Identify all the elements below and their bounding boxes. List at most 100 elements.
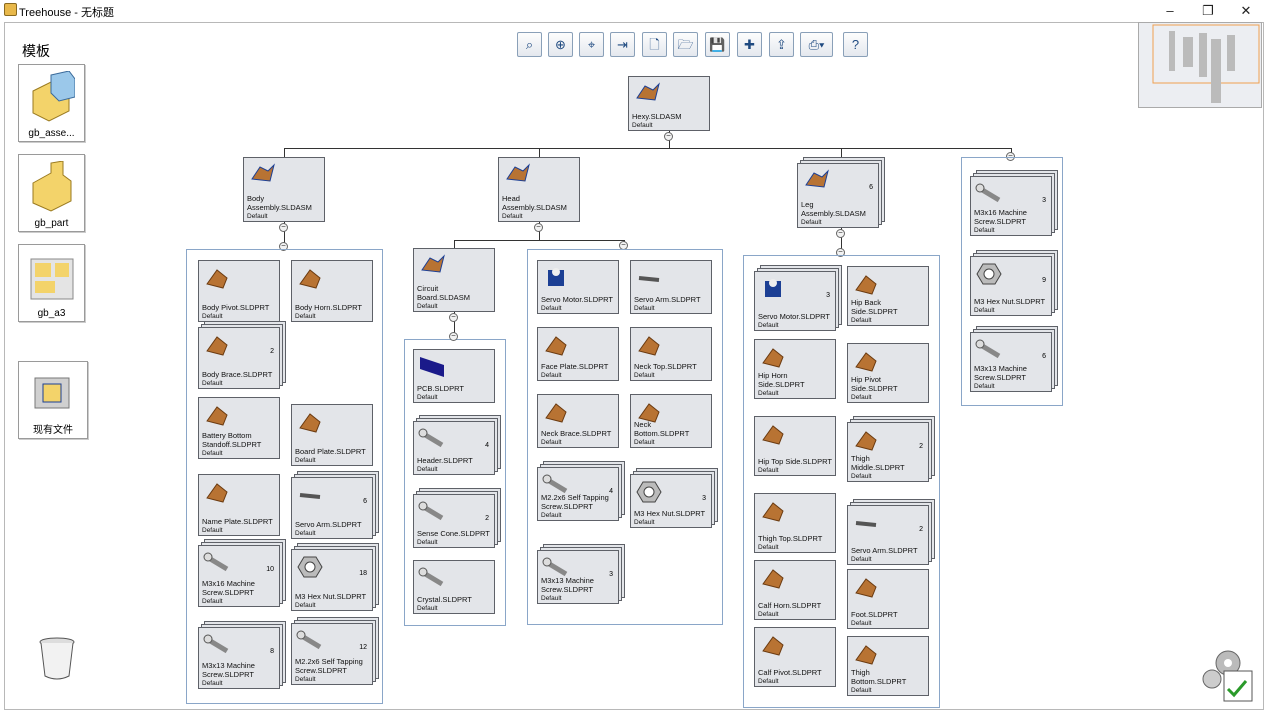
tree-node[interactable]: Hip Horn Side.SLDPRT Default bbox=[754, 339, 836, 399]
node-name: Body Assembly.SLDASM bbox=[247, 194, 312, 212]
tree-node[interactable]: Servo Arm.SLDPRT Default 6 bbox=[291, 477, 373, 539]
print-icon[interactable]: ⎙▾ bbox=[800, 32, 833, 57]
tree-node[interactable]: M3x16 Machine Screw.SLDPRT Default 3 bbox=[970, 176, 1052, 236]
save-icon[interactable]: 💾 bbox=[705, 32, 730, 57]
export-icon[interactable]: ⇪ bbox=[769, 32, 794, 57]
collapse-toggle[interactable]: − bbox=[279, 223, 288, 232]
tree-node[interactable]: Servo Motor.SLDPRT Default bbox=[537, 260, 619, 314]
node-name: Neck Bottom.SLDPRT bbox=[634, 420, 690, 438]
collapse-toggle[interactable]: − bbox=[534, 223, 543, 232]
tree-node[interactable]: Hip Pivot Side.SLDPRT Default bbox=[847, 343, 929, 403]
root-node[interactable]: Hexy.SLDASM Default bbox=[628, 76, 710, 131]
node-config: Default bbox=[541, 439, 562, 446]
tree-node[interactable]: Thigh Middle.SLDPRT Default 2 bbox=[847, 422, 929, 482]
node-quantity: 9 bbox=[1042, 277, 1046, 284]
tree-node[interactable]: Hip Top Side.SLDPRT Default bbox=[754, 416, 836, 476]
tree-node[interactable]: Leg Assembly.SLDASM Default 6 bbox=[797, 163, 879, 228]
zoom-fit-icon[interactable]: ⌕ bbox=[517, 32, 542, 57]
trash-icon[interactable] bbox=[38, 636, 76, 680]
close-button[interactable]: ✕ bbox=[1228, 0, 1264, 22]
tree-node[interactable]: Head Assembly.SLDASM Default bbox=[498, 157, 580, 222]
tree-node[interactable]: Body Horn.SLDPRT Default bbox=[291, 260, 373, 322]
node-config: Default bbox=[801, 219, 822, 226]
zoom-area-icon[interactable]: ⊕ bbox=[548, 32, 573, 57]
tree-node[interactable]: Name Plate.SLDPRT Default bbox=[198, 474, 280, 536]
tree-node[interactable]: M2.2x6 Self Tapping Screw.SLDPRT Default 1… bbox=[291, 623, 373, 685]
node-name: M2.2x6 Self Tapping Screw.SLDPRT bbox=[295, 657, 363, 675]
node-config: Default bbox=[851, 620, 872, 627]
tree-node[interactable]: Face Plate.SLDPRT Default bbox=[537, 327, 619, 381]
node-config: Default bbox=[851, 394, 872, 401]
template-drawing[interactable]: gb_a3 bbox=[18, 244, 85, 322]
template-part[interactable]: gb_part bbox=[18, 154, 85, 232]
node-config: Default bbox=[758, 467, 779, 474]
tree-node[interactable]: M3x13 Machine Screw.SLDPRT Default 3 bbox=[537, 550, 619, 604]
node-config: Default bbox=[634, 439, 655, 446]
node-config: Default bbox=[295, 676, 316, 683]
collapse-toggle[interactable]: − bbox=[449, 332, 458, 341]
tree-node[interactable]: Servo Arm.SLDPRT Default bbox=[630, 260, 712, 314]
tree-node[interactable]: Calf Pivot.SLDPRT Default bbox=[754, 627, 836, 687]
tree-node[interactable]: Crystal.SLDPRT Default bbox=[413, 560, 495, 614]
tree-node[interactable]: M2.2x6 Self Tapping Screw.SLDPRT Default 4 bbox=[537, 467, 619, 521]
node-config: Default bbox=[851, 317, 872, 324]
part-thumbnail-icon bbox=[805, 169, 829, 188]
add-component-icon[interactable]: ✚ bbox=[737, 32, 762, 57]
tree-node[interactable]: Sense Cone.SLDPRT Default 2 bbox=[413, 494, 495, 548]
part-thumbnail-icon bbox=[203, 634, 229, 654]
existing-file[interactable]: 现有文件 bbox=[18, 361, 88, 439]
node-name: Face Plate.SLDPRT bbox=[541, 362, 609, 371]
node-quantity: 4 bbox=[609, 488, 613, 495]
zoom-selection-icon[interactable]: ⌖ bbox=[579, 32, 604, 57]
collapse-toggle[interactable]: − bbox=[449, 313, 458, 322]
new-file-icon[interactable]: 🗋 bbox=[642, 32, 667, 57]
collapse-toggle[interactable]: − bbox=[836, 229, 845, 238]
tree-node[interactable]: Board Plate.SLDPRT Default bbox=[291, 404, 373, 466]
node-name: Servo Arm.SLDPRT bbox=[295, 520, 362, 529]
part-thumbnail-icon bbox=[638, 276, 660, 282]
drawing-icon bbox=[30, 258, 74, 300]
overview-minimap[interactable] bbox=[1138, 22, 1262, 108]
tree-node[interactable]: Servo Motor.SLDPRT Default 3 bbox=[754, 271, 836, 331]
tree-node[interactable]: Body Brace.SLDPRT Default 2 bbox=[198, 327, 280, 389]
tree-node[interactable]: Thigh Top.SLDPRT Default bbox=[754, 493, 836, 553]
tree-node[interactable]: Servo Arm.SLDPRT Default 2 bbox=[847, 505, 929, 565]
tree-node[interactable]: Neck Top.SLDPRT Default bbox=[630, 327, 712, 381]
part-thumbnail-icon bbox=[762, 636, 784, 656]
tree-node[interactable]: Thigh Bottom.SLDPRT Default bbox=[847, 636, 929, 696]
tree-node[interactable]: Hip Back Side.SLDPRT Default bbox=[847, 266, 929, 326]
node-name: Servo Arm.SLDPRT bbox=[851, 546, 918, 555]
tree-node[interactable]: Header.SLDPRT Default 4 bbox=[413, 421, 495, 475]
tree-node[interactable]: M3 Hex Nut.SLDPRT Default 9 bbox=[970, 256, 1052, 316]
tree-node[interactable]: PCB.SLDPRT Default bbox=[413, 349, 495, 403]
help-icon[interactable]: ? bbox=[843, 32, 868, 57]
tree-node[interactable]: Body Pivot.SLDPRT Default bbox=[198, 260, 280, 322]
node-name: Body Horn.SLDPRT bbox=[295, 303, 362, 312]
tree-node[interactable]: M3x13 Machine Screw.SLDPRT Default 6 bbox=[970, 332, 1052, 392]
minimize-button[interactable]: – bbox=[1152, 0, 1188, 22]
tree-node[interactable]: Circuit Board.SLDASM Default bbox=[413, 248, 495, 312]
tree-node[interactable]: Battery Bottom Standoff.SLDPRT Default bbox=[198, 397, 280, 459]
tree-node[interactable]: Neck Bottom.SLDPRT Default bbox=[630, 394, 712, 448]
node-config: Default bbox=[417, 539, 438, 546]
tree-node[interactable]: M3x13 Machine Screw.SLDPRT Default 8 bbox=[198, 627, 280, 689]
node-config: Default bbox=[634, 372, 655, 379]
node-config: Default bbox=[295, 457, 316, 464]
tree-node[interactable]: Body Assembly.SLDASM Default bbox=[243, 157, 325, 222]
tree-node[interactable]: Neck Brace.SLDPRT Default bbox=[537, 394, 619, 448]
maximize-button[interactable]: ❐ bbox=[1190, 0, 1226, 22]
collapse-toggle[interactable]: − bbox=[664, 132, 673, 141]
tree-node[interactable]: Calf Horn.SLDPRT Default bbox=[754, 560, 836, 620]
open-folder-icon[interactable]: 🗁 bbox=[673, 32, 698, 57]
tree-node[interactable]: M3x16 Machine Screw.SLDPRT Default 10 bbox=[198, 545, 280, 607]
node-quantity: 6 bbox=[363, 498, 367, 505]
template-assembly[interactable]: gb_asse... bbox=[18, 64, 85, 142]
tree-node[interactable]: M3 Hex Nut.SLDPRT Default 3 bbox=[630, 474, 712, 528]
tree-node[interactable]: Foot.SLDPRT Default bbox=[847, 569, 929, 629]
insert-icon[interactable]: ⇥ bbox=[610, 32, 635, 57]
tree-node[interactable]: M3 Hex Nut.SLDPRT Default 18 bbox=[291, 549, 373, 611]
settings-gear-icon[interactable] bbox=[1200, 645, 1256, 705]
node-config: Default bbox=[417, 394, 438, 401]
part-thumbnail-icon bbox=[855, 521, 877, 527]
node-name: Sense Cone.SLDPRT bbox=[417, 529, 490, 538]
